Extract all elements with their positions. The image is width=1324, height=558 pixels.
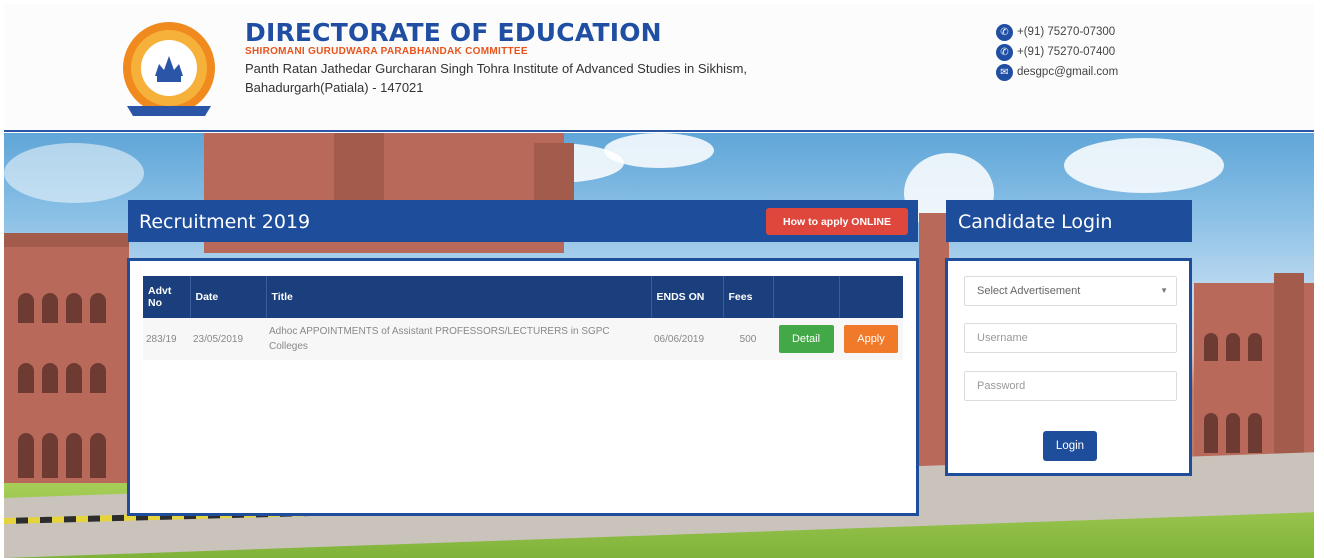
- site-header: DIRECTORATE OF EDUCATION SHIROMANI GURUD…: [4, 4, 1314, 132]
- contact-phone-1: ✆ +(91) 75270-07300: [996, 22, 1118, 42]
- username-input[interactable]: Username: [964, 323, 1177, 353]
- title-cell: Adhoc APPOINTMENTS of Assistant PROFESSO…: [266, 318, 651, 360]
- advt-no-cell: 283/19: [143, 318, 190, 360]
- phone-number-2: +(91) 75270-07400: [1017, 46, 1116, 58]
- advertisement-select-value: Select Advertisement: [977, 285, 1081, 297]
- detail-button[interactable]: Detail: [778, 325, 834, 353]
- fees-cell: 500: [723, 318, 773, 360]
- phone-number-1: +(91) 75270-07300: [1017, 26, 1116, 38]
- sgpc-logo: [123, 22, 215, 116]
- email-icon: ✉: [996, 63, 1013, 81]
- recruitment-header: Recruitment 2019 How to apply ONLINE: [128, 200, 918, 242]
- date-cell: 23/05/2019: [190, 318, 266, 360]
- column-header-title: Title: [266, 276, 652, 318]
- ends-on-cell: 06/06/2019: [651, 318, 723, 360]
- contact-info: ✆ +(91) 75270-07300 ✆ +(91) 75270-07400 …: [996, 22, 1118, 82]
- address-line-2: Bahadurgarh(Patiala) - 147021: [245, 80, 424, 95]
- column-header-detail: [773, 276, 840, 318]
- contact-email: ✉ desgpc@gmail.com: [996, 62, 1118, 82]
- phone-icon: ✆: [996, 43, 1013, 61]
- page-title: DIRECTORATE OF EDUCATION: [245, 18, 662, 47]
- column-header-fees: Fees: [723, 276, 774, 318]
- email-address: desgpc@gmail.com: [1017, 66, 1119, 78]
- caret-down-icon: ▼: [1160, 286, 1168, 295]
- phone-icon: ✆: [996, 23, 1013, 41]
- apply-button[interactable]: Apply: [844, 325, 898, 353]
- password-input[interactable]: Password: [964, 371, 1177, 401]
- table-header-row: Advt No Date Title ENDS ON Fees: [143, 276, 903, 318]
- apply-cell: Apply: [839, 318, 903, 360]
- table-row: 283/19 23/05/2019 Adhoc APPOINTMENTS of …: [143, 318, 903, 360]
- column-header-advt-no: Advt No: [143, 276, 191, 318]
- address-line-1: Panth Ratan Jathedar Gurcharan Singh Toh…: [245, 61, 748, 76]
- column-header-ends-on: ENDS ON: [651, 276, 724, 318]
- recruitment-panel: Advt No Date Title ENDS ON Fees 283/19 2…: [127, 258, 919, 516]
- column-header-date: Date: [190, 276, 267, 318]
- recruitment-title: Recruitment 2019: [139, 211, 311, 233]
- login-button[interactable]: Login: [1043, 431, 1097, 461]
- login-header: Candidate Login: [946, 200, 1192, 242]
- column-header-apply: [839, 276, 903, 318]
- login-title: Candidate Login: [958, 211, 1113, 233]
- contact-phone-2: ✆ +(91) 75270-07400: [996, 42, 1118, 62]
- advertisement-table: Advt No Date Title ENDS ON Fees 283/19 2…: [143, 276, 903, 360]
- login-panel: Select Advertisement ▼ Username Password…: [945, 258, 1192, 476]
- how-to-apply-button[interactable]: How to apply ONLINE: [766, 208, 908, 235]
- detail-cell: Detail: [773, 318, 839, 360]
- advertisement-select[interactable]: Select Advertisement ▼: [964, 276, 1177, 306]
- org-subtitle: SHIROMANI GURUDWARA PARABHANDAK COMMITTE…: [245, 46, 528, 57]
